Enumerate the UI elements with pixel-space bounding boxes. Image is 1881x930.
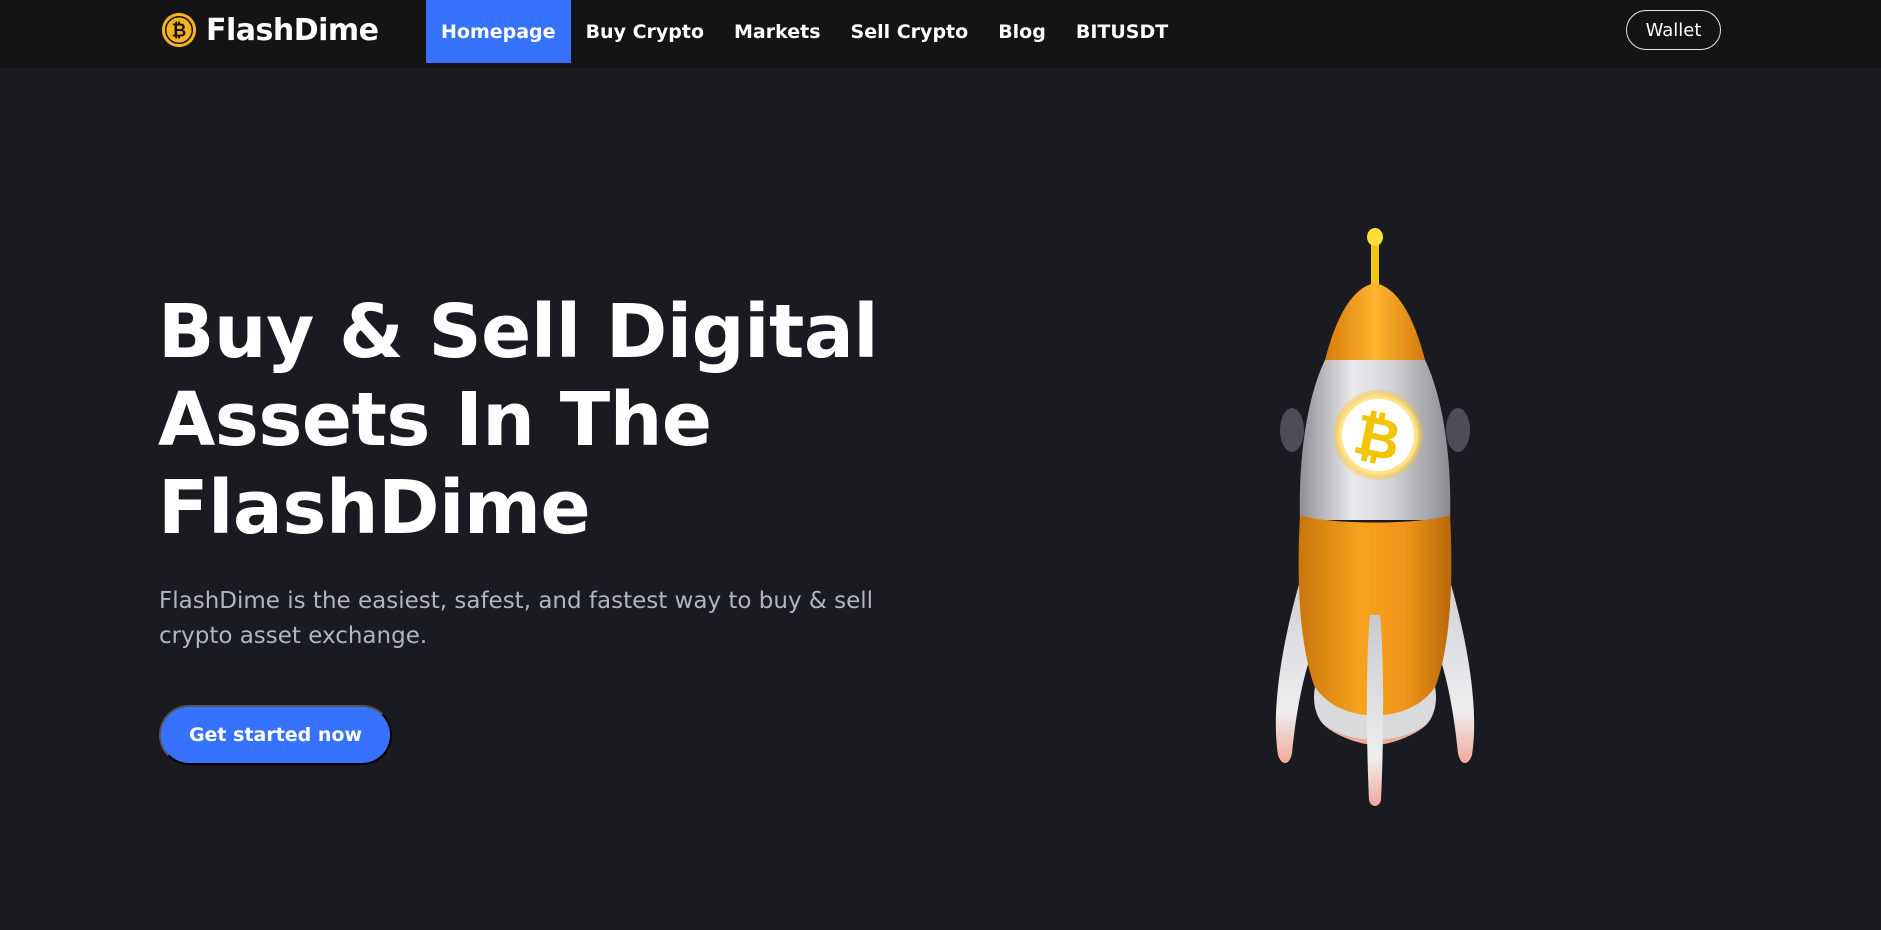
hero-title-line: Buy & Sell Digital [158, 289, 879, 375]
hero-subtitle-line: FlashDime is the easiest, safest, and fa… [159, 588, 874, 614]
hero-title-line: FlashDime [158, 465, 591, 551]
nav-item-sell-crypto[interactable]: Sell Crypto [836, 0, 984, 63]
nav-item-bitusdt[interactable]: BITUSDT [1061, 0, 1183, 63]
bitcoin-rocket-illustration: ₿ [1275, 228, 1475, 806]
main-nav: Homepage Buy Crypto Markets Sell Crypto … [426, 0, 1183, 63]
top-navbar: ₿ FlashDime Homepage Buy Crypto Markets … [0, 0, 1881, 68]
bitcoin-coin-icon: ₿ [161, 12, 197, 48]
brand[interactable]: ₿ FlashDime [160, 10, 379, 50]
wallet-button[interactable]: Wallet [1626, 10, 1721, 50]
bitcoin-glyph: ₿ [172, 21, 187, 42]
hero-subtitle-line: crypto asset exchange. [159, 623, 428, 649]
nav-item-homepage[interactable]: Homepage [426, 0, 571, 63]
hero-title-line: Assets In The [158, 377, 712, 463]
nav-item-markets[interactable]: Markets [719, 0, 836, 63]
get-started-button[interactable]: Get started now [159, 705, 392, 765]
nav-item-buy-crypto[interactable]: Buy Crypto [571, 0, 719, 63]
hero-title: Buy & Sell Digital Assets In The FlashDi… [158, 288, 918, 552]
hero-subtitle: FlashDime is the easiest, safest, and fa… [159, 584, 899, 654]
brand-name: FlashDime [206, 12, 379, 48]
nav-item-blog[interactable]: Blog [983, 0, 1061, 63]
